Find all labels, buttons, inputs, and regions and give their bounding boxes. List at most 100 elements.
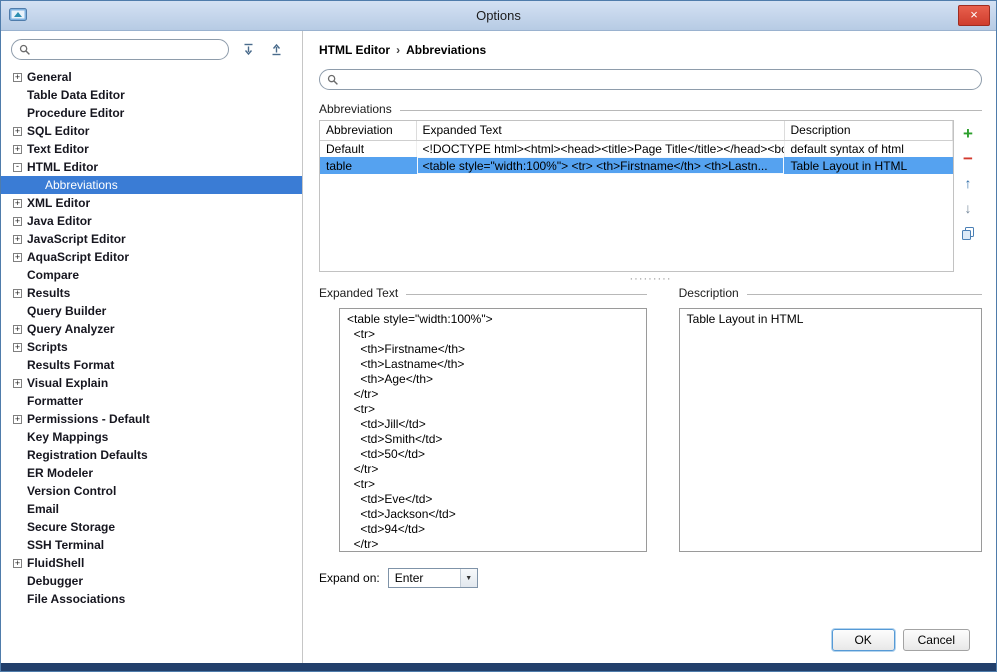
sidebar-item-label: Procedure Editor bbox=[27, 106, 125, 120]
add-row-button[interactable]: + bbox=[959, 124, 977, 143]
sidebar-item-label: FluidShell bbox=[27, 556, 85, 570]
expand-toggle-icon[interactable] bbox=[13, 216, 22, 226]
expand-toggle-icon[interactable] bbox=[13, 342, 22, 352]
toggle-spacer bbox=[13, 307, 22, 316]
sidebar-item-label: Java Editor bbox=[27, 214, 92, 228]
sidebar-item-javascript-editor[interactable]: JavaScript Editor bbox=[1, 230, 302, 248]
expand-toggle-icon[interactable] bbox=[13, 288, 22, 298]
sidebar-item-label: Table Data Editor bbox=[27, 88, 125, 102]
abbrev-row-default[interactable]: Default <!DOCTYPE html><html><head><titl… bbox=[320, 140, 953, 157]
expand-on-select[interactable]: Enter ▼ bbox=[387, 568, 478, 588]
toggle-spacer bbox=[13, 505, 22, 514]
sidebar-item-label: Scripts bbox=[27, 340, 68, 354]
sidebar-item-label: Query Builder bbox=[27, 304, 107, 318]
cancel-button[interactable]: Cancel bbox=[902, 629, 970, 651]
cell-abbreviation: table bbox=[320, 157, 417, 174]
expand-toggle-icon[interactable] bbox=[13, 378, 22, 388]
description-editor[interactable]: Table Layout in HTML bbox=[678, 308, 982, 552]
sidebar-item-table-data-editor[interactable]: Table Data Editor bbox=[1, 86, 302, 104]
expand-toggle-icon[interactable] bbox=[13, 414, 22, 424]
group-title: Description bbox=[678, 286, 739, 300]
sidebar-item-java-editor[interactable]: Java Editor bbox=[1, 212, 302, 230]
sidebar-item-xml-editor[interactable]: XML Editor bbox=[1, 194, 302, 212]
options-tree: General Table Data Editor Procedure Edit… bbox=[1, 66, 302, 663]
collapse-toggle-icon[interactable] bbox=[13, 162, 22, 172]
sidebar-item-label: SQL Editor bbox=[27, 124, 90, 138]
search-icon bbox=[327, 74, 339, 86]
abbreviations-group-header: Abbreviations bbox=[319, 102, 982, 116]
sidebar-item-query-analyzer[interactable]: Query Analyzer bbox=[1, 320, 302, 338]
sidebar-item-label: ER Modeler bbox=[27, 466, 94, 480]
toggle-spacer bbox=[13, 469, 22, 478]
close-button[interactable]: × bbox=[958, 5, 990, 26]
abbreviation-search-input[interactable] bbox=[343, 71, 974, 88]
expand-all-icon[interactable] bbox=[239, 41, 257, 59]
sidebar-item-formatter[interactable]: Formatter bbox=[1, 392, 302, 410]
toggle-spacer bbox=[13, 361, 22, 370]
expand-toggle-icon[interactable] bbox=[13, 126, 22, 136]
toggle-spacer bbox=[31, 181, 40, 190]
move-up-button[interactable]: ↑ bbox=[959, 174, 977, 192]
cell-description: default syntax of html bbox=[784, 140, 953, 157]
options-sidebar: General Table Data Editor Procedure Edit… bbox=[1, 31, 303, 663]
sidebar-item-er-modeler[interactable]: ER Modeler bbox=[1, 464, 302, 482]
sidebar-item-email[interactable]: Email bbox=[1, 500, 302, 518]
expand-toggle-icon[interactable] bbox=[13, 144, 22, 154]
sidebar-item-visual-explain[interactable]: Visual Explain bbox=[1, 374, 302, 392]
sidebar-search-input[interactable] bbox=[35, 41, 221, 58]
sidebar-item-label: Registration Defaults bbox=[27, 448, 148, 462]
remove-row-button[interactable]: − bbox=[959, 149, 977, 168]
expand-toggle-icon[interactable] bbox=[13, 252, 22, 262]
group-title: Expanded Text bbox=[319, 286, 399, 300]
sidebar-item-secure-storage[interactable]: Secure Storage bbox=[1, 518, 302, 536]
expand-toggle-icon[interactable] bbox=[13, 324, 22, 334]
sidebar-item-registration-defaults[interactable]: Registration Defaults bbox=[1, 446, 302, 464]
sidebar-item-version-control[interactable]: Version Control bbox=[1, 482, 302, 500]
table-header-row: Abbreviation Expanded Text Description bbox=[320, 121, 953, 141]
sidebar-item-ssh-terminal[interactable]: SSH Terminal bbox=[1, 536, 302, 554]
move-down-button[interactable]: ↓ bbox=[959, 199, 977, 217]
sidebar-item-label: SSH Terminal bbox=[27, 538, 105, 552]
ok-button[interactable]: OK bbox=[831, 629, 895, 651]
sidebar-item-html-editor[interactable]: HTML Editor bbox=[1, 158, 302, 176]
sidebar-item-label: File Associations bbox=[27, 592, 126, 606]
sidebar-item-procedure-editor[interactable]: Procedure Editor bbox=[1, 104, 302, 122]
toggle-spacer bbox=[13, 577, 22, 586]
collapse-all-icon[interactable] bbox=[267, 41, 285, 59]
sidebar-item-scripts[interactable]: Scripts bbox=[1, 338, 302, 356]
options-dialog: Options × General T bbox=[0, 0, 997, 672]
sidebar-item-key-mappings[interactable]: Key Mappings bbox=[1, 428, 302, 446]
sidebar-item-query-builder[interactable]: Query Builder bbox=[1, 302, 302, 320]
sidebar-item-general[interactable]: General bbox=[1, 68, 302, 86]
sidebar-item-results-format[interactable]: Results Format bbox=[1, 356, 302, 374]
expand-toggle-icon[interactable] bbox=[13, 234, 22, 244]
splitter-handle[interactable] bbox=[319, 272, 982, 286]
toggle-spacer bbox=[13, 433, 22, 442]
sidebar-item-label: Debugger bbox=[27, 574, 84, 588]
sidebar-item-fluidshell[interactable]: FluidShell bbox=[1, 554, 302, 572]
sidebar-item-label: JavaScript Editor bbox=[27, 232, 126, 246]
sidebar-item-sql-editor[interactable]: SQL Editor bbox=[1, 122, 302, 140]
toggle-spacer bbox=[13, 397, 22, 406]
sidebar-item-compare[interactable]: Compare bbox=[1, 266, 302, 284]
sidebar-item-aquascript-editor[interactable]: AquaScript Editor bbox=[1, 248, 302, 266]
sidebar-item-debugger[interactable]: Debugger bbox=[1, 572, 302, 590]
toggle-spacer bbox=[13, 451, 22, 460]
expand-toggle-icon[interactable] bbox=[13, 72, 22, 82]
copy-row-button[interactable] bbox=[959, 224, 977, 242]
sidebar-item-results[interactable]: Results bbox=[1, 284, 302, 302]
titlebar[interactable]: Options × bbox=[1, 1, 996, 31]
sidebar-item-label: Version Control bbox=[27, 484, 117, 498]
sidebar-item-text-editor[interactable]: Text Editor bbox=[1, 140, 302, 158]
expand-toggle-icon[interactable] bbox=[13, 558, 22, 568]
toggle-spacer bbox=[13, 541, 22, 550]
column-header-abbreviation: Abbreviation bbox=[320, 121, 417, 141]
sidebar-item-permissions-default[interactable]: Permissions - Default bbox=[1, 410, 302, 428]
sidebar-item-label: HTML Editor bbox=[27, 160, 99, 174]
abbrev-row-table[interactable]: table <table style="width:100%"> <tr> <t… bbox=[320, 157, 953, 174]
expanded-text-editor[interactable]: <table style="width:100%"> <tr> <th>Firs… bbox=[339, 308, 647, 552]
sidebar-item-file-associations[interactable]: File Associations bbox=[1, 590, 302, 608]
sidebar-item-abbreviations[interactable]: Abbreviations bbox=[1, 176, 302, 194]
chevron-down-icon: ▼ bbox=[459, 569, 477, 587]
expand-toggle-icon[interactable] bbox=[13, 198, 22, 208]
